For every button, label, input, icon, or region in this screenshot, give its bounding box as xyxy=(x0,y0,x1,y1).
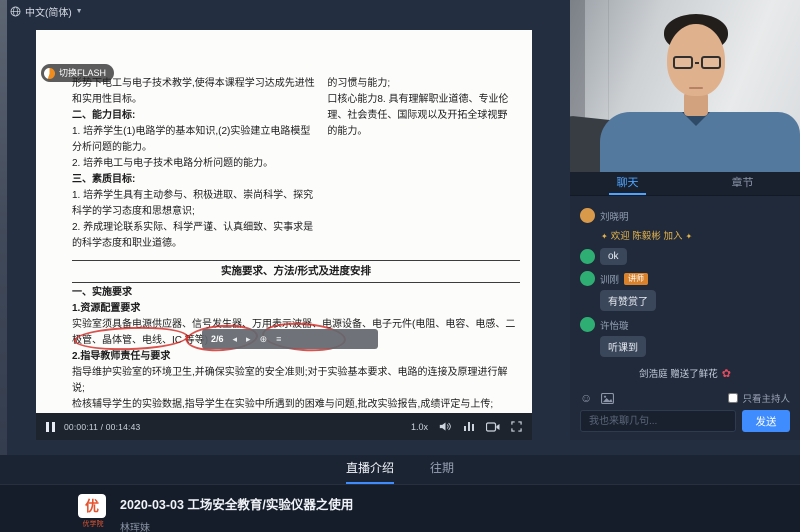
send-button[interactable]: 发送 xyxy=(742,410,790,432)
chat-bubble-row: 有赞赏了 xyxy=(600,290,790,311)
platform-logo: 优 优学院 xyxy=(78,494,108,529)
image-icon[interactable] xyxy=(601,393,614,404)
doc-heading: 二、能力目标: xyxy=(72,108,315,124)
flower-icon: ✿ xyxy=(722,368,731,380)
doc-line: 的习惯与能力; xyxy=(327,76,516,92)
doc-heading: 一、实施要求 xyxy=(72,285,520,301)
left-edge-strip xyxy=(0,0,7,532)
doc-line: 1. 培养学生(1)电路学的基本知识,(2)实验建立电路模型分析问题的能力。 xyxy=(72,124,315,156)
avatar xyxy=(580,271,595,286)
doc-line: 2. 养成理论联系实际、科学严谨、认真细致、实事求是的科学态度和职业道德。 xyxy=(72,220,315,252)
chat-footer: ☺ 只看主持人 发送 xyxy=(570,387,800,440)
page-indicator: 2/6 xyxy=(211,332,224,346)
playback-speed-button[interactable]: 1.0x xyxy=(411,422,428,432)
course-intro: 优 优学院 2020-03-03 工场安全教育/实验仪器之使用 林珲妹 xyxy=(0,485,800,532)
emoji-icon[interactable]: ☺ xyxy=(580,392,592,404)
sparkle-icon: ✦ xyxy=(685,232,692,241)
video-player[interactable]: 切换FLASH 形势下电工与电子技术教学,使得本课程学习达成先进性和实用性目标。… xyxy=(36,30,532,440)
only-host-label: 只看主持人 xyxy=(742,391,790,405)
equalizer-icon[interactable] xyxy=(463,421,475,432)
document-left-column: 形势下电工与电子技术教学,使得本课程学习达成先进性和实用性目标。 二、能力目标:… xyxy=(72,76,327,252)
chat-bubble: 有赞赏了 xyxy=(600,290,656,311)
language-selector[interactable]: 中文(简体) ▼ xyxy=(10,2,83,20)
time-display: 00:00:11 / 00:14:43 xyxy=(64,422,140,432)
chat-bubble: 听课到 xyxy=(600,336,646,357)
instructor-name: 林珲妹 xyxy=(120,519,353,532)
system-welcome-message: ✦欢迎 陈毅彬 加入✦ xyxy=(598,228,790,242)
live-classroom-app: 中文(简体) ▼ 切换FLASH 形势下电工与电子技术教学,使得本课程学习达成先… xyxy=(0,0,800,532)
tab-chat[interactable]: 聊天 xyxy=(570,172,685,195)
chat-username: 刘晓明 xyxy=(600,209,629,223)
flash-toggle-icon xyxy=(44,68,55,79)
tab-live-intro[interactable]: 直播介绍 xyxy=(346,455,394,484)
chat-bubble: ok xyxy=(600,248,627,265)
document-right-column: 的习惯与能力; 口核心能力8. 具有理解职业道德、专业伦理、社会责任、国际观以及… xyxy=(327,76,520,252)
logo-icon: 优 xyxy=(78,494,106,518)
doc-heading: 1.资源配置要求 xyxy=(72,301,520,317)
right-panel: 聊天 章节 刘晓明 ✦欢迎 陈毅彬 加入✦ ok 训刚 讲师 有赞赏了 xyxy=(570,0,800,440)
system-gift-message: 剑浩庭 赠送了鲜花✿ xyxy=(580,366,790,380)
instructor-glasses xyxy=(673,56,721,69)
doc-line: 口核心能力8. 具有理解职业道德、专业伦理、社会责任、国际观以及开拓全球视野的能… xyxy=(327,92,516,140)
page-navigation-overlay[interactable]: 2/6 ◂ ▸ ⊕ ≡ xyxy=(202,329,378,349)
chat-message-list: 刘晓明 ✦欢迎 陈毅彬 加入✦ ok 训刚 讲师 有赞赏了 许怡璇 xyxy=(570,196,800,384)
doc-line: 2. 培养电工与电子技术电路分析问题的能力。 xyxy=(72,156,315,172)
bottom-tab-bar: 直播介绍 往期 xyxy=(0,455,800,485)
chat-user-row: 刘晓明 xyxy=(580,208,790,223)
instructor-webcam-video xyxy=(570,0,800,172)
pager-zoom-icon[interactable]: ⊕ xyxy=(260,332,268,346)
bottom-section: 直播介绍 往期 优 优学院 2020-03-03 工场安全教育/实验仪器之使用 … xyxy=(0,455,800,532)
switch-flash-button[interactable]: 切换FLASH xyxy=(41,64,114,82)
chat-bubble-row: 听课到 xyxy=(600,336,790,357)
chat-tab-bar: 聊天 章节 xyxy=(570,172,800,196)
camera-icon[interactable] xyxy=(486,422,500,432)
doc-section-header: 实施要求、方法/形式及进度安排 xyxy=(72,260,520,283)
chat-toolbar: ☺ 只看主持人 xyxy=(580,391,790,405)
avatar xyxy=(580,208,595,223)
course-title: 2020-03-03 工场安全教育/实验仪器之使用 xyxy=(120,494,353,513)
only-host-checkbox[interactable] xyxy=(728,393,738,403)
pause-button[interactable] xyxy=(46,422,55,432)
logo-text: 优学院 xyxy=(78,519,108,529)
tab-chapters[interactable]: 章节 xyxy=(685,172,800,195)
doc-line: 指导维护实验室的环境卫生,并确保实验室的安全准则;对于实验基本要求、电路的连接及… xyxy=(72,365,520,397)
chat-username: 训刚 xyxy=(600,272,619,286)
doc-heading: 2.指导教师责任与要求 xyxy=(72,349,520,365)
volume-icon[interactable] xyxy=(439,421,452,432)
switch-flash-label: 切换FLASH xyxy=(59,66,106,80)
only-host-filter[interactable]: 只看主持人 xyxy=(728,391,790,405)
instructor-mouth xyxy=(689,87,703,89)
pager-next-icon[interactable]: ▸ xyxy=(246,332,251,346)
pager-prev-icon[interactable]: ◂ xyxy=(233,332,238,346)
slide-document: 切换FLASH 形势下电工与电子技术教学,使得本课程学习达成先进性和实用性目标。… xyxy=(36,30,532,413)
doc-line: 检核辅导学生的实验数据,指导学生在实验中所遇到的困难与问题,批改实验报告,成绩评… xyxy=(72,397,520,413)
chat-username: 许怡璇 xyxy=(600,318,629,332)
chat-input-row: 发送 xyxy=(580,410,790,432)
chat-input[interactable] xyxy=(580,410,736,432)
player-controls-right: 1.0x xyxy=(411,421,522,432)
fullscreen-icon[interactable] xyxy=(511,421,522,432)
chat-user-row: 训刚 讲师 xyxy=(580,271,790,286)
chat-user-row: 许怡璇 xyxy=(580,317,790,332)
player-controls: 00:00:11 / 00:14:43 1.0x xyxy=(36,413,532,440)
pager-menu-icon[interactable]: ≡ xyxy=(276,332,281,346)
avatar xyxy=(580,249,595,264)
tab-past-sessions[interactable]: 往期 xyxy=(430,455,454,484)
doc-heading: 三、素质目标: xyxy=(72,172,315,188)
language-label: 中文(简体) xyxy=(25,4,72,19)
chevron-down-icon: ▼ xyxy=(76,8,83,15)
doc-line: 1. 培养学生具有主动参与、积极进取、崇尚科学、探究科学的学习态度和思想意识; xyxy=(72,188,315,220)
chat-user-row: ok xyxy=(580,248,790,265)
instructor-badge: 讲师 xyxy=(624,273,648,285)
document-columns: 形势下电工与电子技术教学,使得本课程学习达成先进性和实用性目标。 二、能力目标:… xyxy=(72,76,520,252)
sparkle-icon: ✦ xyxy=(601,232,608,241)
course-info: 2020-03-03 工场安全教育/实验仪器之使用 林珲妹 xyxy=(120,494,353,532)
avatar xyxy=(580,317,595,332)
globe-icon xyxy=(10,6,21,17)
